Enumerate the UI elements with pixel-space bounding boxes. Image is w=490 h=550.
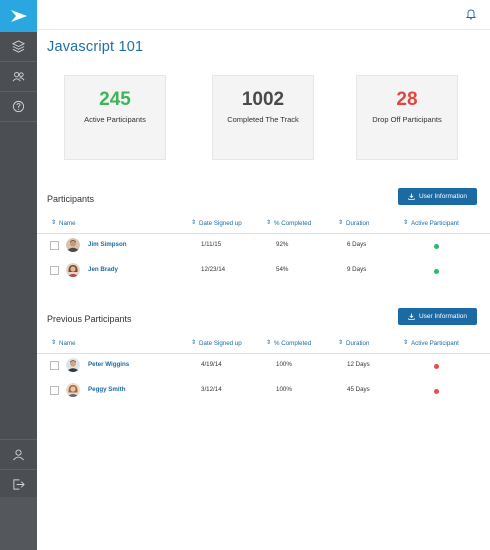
participant-name[interactable]: Jim Simpson (88, 241, 127, 248)
avatar (66, 358, 80, 372)
sort-icon: ⇕ (191, 340, 197, 346)
stat-value: 1002 (241, 89, 285, 110)
sidebar (0, 0, 37, 550)
avatar (66, 383, 80, 397)
stat-card-active: 245 Active Participants (64, 75, 166, 160)
stat-value: 28 (396, 89, 418, 110)
top-bar (37, 0, 490, 30)
active-status-dot (434, 244, 439, 249)
percent-completed: 100% (276, 361, 292, 368)
nav-users[interactable] (0, 62, 37, 92)
column-date[interactable]: ⇕ Date Signed up (191, 220, 242, 227)
active-status-dot (434, 269, 439, 274)
previous-participants-title: Previous Participants (47, 314, 132, 324)
column-label: Name (59, 340, 76, 347)
column-name[interactable]: ⇕ Name (51, 220, 76, 227)
column-active[interactable]: ⇕ Active Participant (403, 340, 459, 347)
button-label: User Information (418, 313, 468, 320)
sort-icon: ⇕ (266, 340, 272, 346)
date-signed-up: 12/23/14 (201, 266, 226, 273)
nav-help[interactable] (0, 92, 37, 122)
table-row[interactable]: Jim Simpson 1/11/15 92% 6 Days (37, 233, 490, 258)
inactive-status-dot (434, 364, 439, 369)
stat-label: Active Participants (84, 115, 146, 124)
stat-label: Completed The Track (227, 115, 299, 124)
inactive-status-dot (434, 389, 439, 394)
stat-card-dropoff: 28 Drop Off Participants (356, 75, 458, 160)
percent-completed: 100% (276, 386, 292, 393)
row-checkbox[interactable] (50, 241, 59, 250)
table-row[interactable]: Jen Brady 12/23/14 54% 9 Days (37, 258, 490, 283)
download-icon (408, 193, 415, 200)
column-duration[interactable]: ⇕ Duration (338, 340, 369, 347)
column-active[interactable]: ⇕ Active Participant (403, 220, 459, 227)
sort-icon: ⇕ (338, 220, 344, 226)
column-label: Date Signed up (199, 340, 242, 347)
sidebar-footer (0, 497, 37, 550)
button-label: User Information (418, 193, 468, 200)
sort-icon: ⇕ (191, 220, 197, 226)
previous-table-header: ⇕ Name ⇕ Date Signed up ⇕% Completed ⇕ Dura… (37, 336, 490, 354)
logo[interactable] (0, 0, 37, 32)
column-label: Name (59, 220, 76, 227)
row-checkbox[interactable] (50, 361, 59, 370)
column-label: Duration (346, 340, 370, 347)
date-signed-up: 1/11/15 (201, 241, 222, 248)
column-label: Duration (346, 220, 370, 227)
stat-label: Drop Off Participants (372, 115, 442, 124)
user-icon (13, 449, 24, 461)
participants-table-header: ⇕ Name ⇕ Date Signed up ⇕% Completed ⇕ Dura… (37, 216, 490, 234)
layers-icon (12, 40, 25, 53)
stat-card-completed: 1002 Completed The Track (212, 75, 314, 160)
sort-icon: ⇕ (51, 220, 57, 226)
column-label: % Completed (274, 220, 312, 227)
row-checkbox[interactable] (50, 266, 59, 275)
help-icon (12, 100, 25, 113)
user-information-button[interactable]: User Information (398, 188, 477, 205)
column-label: % Completed (274, 340, 312, 347)
percent-completed: 54% (276, 266, 289, 273)
sort-icon: ⇕ (266, 220, 272, 226)
avatar (66, 263, 80, 277)
user-information-button[interactable]: User Information (398, 308, 477, 325)
participants-title: Participants (47, 194, 95, 204)
users-icon (12, 72, 25, 82)
duration: 12 Days (347, 361, 370, 368)
table-row[interactable]: Peggy Smith 3/12/14 100% 45 Days (37, 378, 490, 403)
percent-completed: 92% (276, 241, 289, 248)
nav-logout[interactable] (0, 469, 37, 499)
column-label: Active Participant (411, 340, 459, 347)
nav-profile[interactable] (0, 439, 37, 469)
date-signed-up: 3/12/14 (201, 386, 222, 393)
page-title: Javascript 101 (47, 39, 144, 55)
sort-icon: ⇕ (338, 340, 344, 346)
duration: 6 Days (347, 241, 367, 248)
download-icon (408, 313, 415, 320)
sort-icon: ⇕ (51, 340, 57, 346)
column-date[interactable]: ⇕ Date Signed up (191, 340, 242, 347)
participant-name[interactable]: Jen Brady (88, 266, 118, 273)
stat-value: 245 (99, 89, 131, 110)
bell-icon[interactable] (465, 8, 477, 20)
column-label: Active Participant (411, 220, 459, 227)
column-name[interactable]: ⇕ Name (51, 340, 76, 347)
duration: 9 Days (347, 266, 367, 273)
column-completed[interactable]: ⇕% Completed (266, 340, 311, 347)
nav-layers[interactable] (0, 32, 37, 62)
avatar (66, 238, 80, 252)
column-label: Date Signed up (199, 220, 242, 227)
column-duration[interactable]: ⇕ Duration (338, 220, 369, 227)
column-completed[interactable]: ⇕% Completed (266, 220, 311, 227)
logout-icon (13, 478, 25, 490)
sort-icon: ⇕ (403, 220, 409, 226)
arrow-logo-icon (10, 10, 27, 22)
duration: 45 Days (347, 386, 370, 393)
date-signed-up: 4/19/14 (201, 361, 222, 368)
participant-name[interactable]: Peggy Smith (88, 386, 125, 393)
sort-icon: ⇕ (403, 340, 409, 346)
row-checkbox[interactable] (50, 386, 59, 395)
participant-name[interactable]: Peter Wiggins (88, 361, 129, 368)
table-row[interactable]: Peter Wiggins 4/19/14 100% 12 Days (37, 353, 490, 378)
